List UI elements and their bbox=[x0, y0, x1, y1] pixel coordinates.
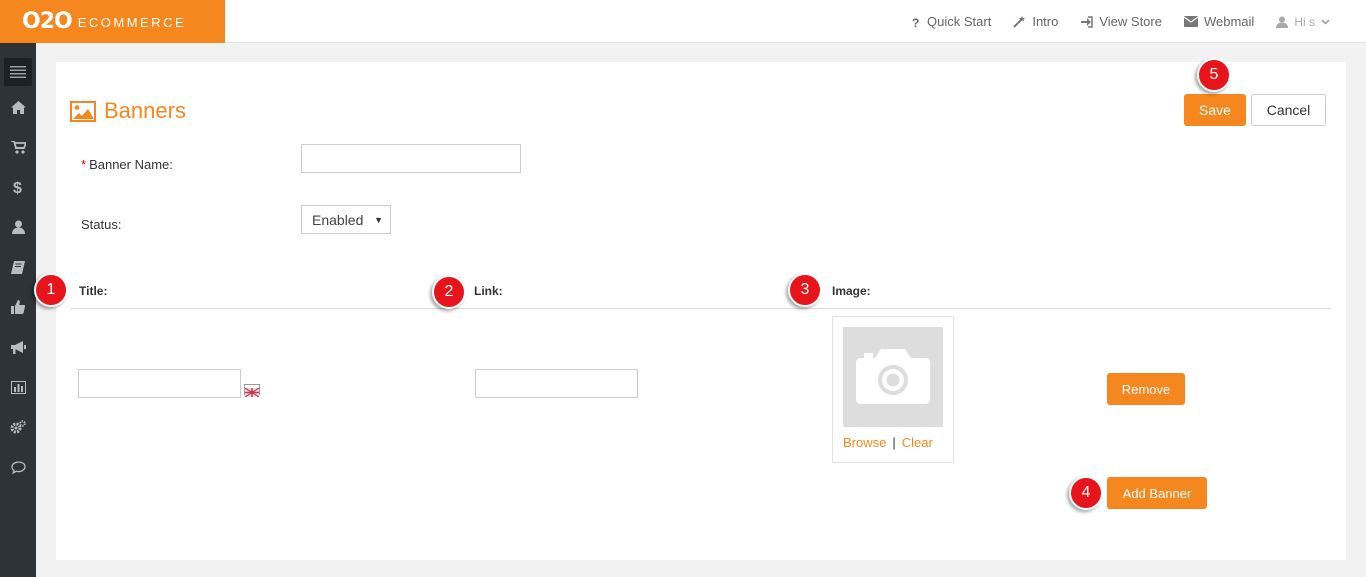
quick-start-link[interactable]: ? Quick Start bbox=[911, 14, 991, 29]
menu-toggle-bg bbox=[4, 58, 32, 86]
sidebar-item-catalog[interactable] bbox=[0, 247, 36, 287]
page-title: Banners bbox=[70, 98, 186, 124]
thumbs-up-icon bbox=[11, 300, 25, 314]
sidebar: $ bbox=[0, 43, 36, 577]
image-column-header: Image: bbox=[832, 284, 871, 298]
image-placeholder[interactable] bbox=[843, 327, 943, 427]
english-flag-icon bbox=[244, 384, 260, 398]
view-store-label: View Store bbox=[1099, 14, 1162, 29]
status-select[interactable]: Enabled ▼ bbox=[301, 205, 391, 234]
webmail-link[interactable]: Webmail bbox=[1183, 14, 1255, 29]
chevron-down-icon bbox=[1321, 18, 1330, 25]
camera-icon bbox=[856, 349, 930, 404]
home-icon bbox=[10, 100, 26, 114]
clear-link[interactable]: Clear bbox=[902, 435, 933, 450]
dollar-icon: $ bbox=[13, 180, 22, 195]
envelope-icon bbox=[1183, 16, 1198, 27]
sidebar-item-orders[interactable] bbox=[0, 127, 36, 167]
webmail-label: Webmail bbox=[1203, 14, 1255, 29]
megaphone-icon bbox=[10, 340, 26, 354]
user-icon bbox=[1276, 16, 1289, 28]
gears-icon bbox=[10, 420, 26, 434]
required-asterisk: * bbox=[81, 157, 87, 172]
sidebar-menu-toggle[interactable] bbox=[0, 57, 36, 87]
sidebar-item-settings[interactable] bbox=[0, 407, 36, 447]
chart-icon bbox=[10, 380, 26, 394]
link-column-header: Link: bbox=[474, 284, 503, 298]
browse-link[interactable]: Browse bbox=[843, 435, 886, 450]
sidebar-item-reviews[interactable] bbox=[0, 287, 36, 327]
svg-text:$: $ bbox=[13, 180, 22, 195]
page-title-text: Banners bbox=[104, 98, 186, 123]
banner-title-input[interactable] bbox=[78, 369, 241, 398]
callout-marker-5: 5 bbox=[1197, 58, 1231, 92]
status-select-value: Enabled bbox=[312, 211, 364, 228]
question-icon: ? bbox=[912, 16, 919, 28]
banner-name-input[interactable] bbox=[301, 144, 521, 173]
callout-marker-3: 3 bbox=[788, 273, 822, 307]
sidebar-item-messages[interactable] bbox=[0, 447, 36, 487]
top-bar: O2O ECOMMERCE ? Quick Start Intro View S… bbox=[0, 0, 1366, 43]
save-button[interactable]: Save bbox=[1184, 94, 1246, 126]
link-separator: | bbox=[892, 435, 896, 450]
image-icon bbox=[70, 100, 96, 122]
add-banner-button[interactable]: Add Banner bbox=[1107, 477, 1207, 509]
sidebar-item-sales[interactable]: $ bbox=[0, 167, 36, 207]
sidebar-item-marketing[interactable] bbox=[0, 327, 36, 367]
cancel-button[interactable]: Cancel bbox=[1251, 94, 1326, 126]
banner-form-panel: Banners Save Cancel * Banner Name: Status… bbox=[34, 58, 1346, 560]
logo-text: ECOMMERCE bbox=[77, 15, 187, 30]
title-column-header: Title: bbox=[79, 284, 108, 298]
user-icon bbox=[11, 220, 25, 234]
chat-icon bbox=[10, 460, 26, 474]
caret-down-icon: ▼ bbox=[374, 215, 383, 225]
logo-mark: O2O bbox=[22, 9, 73, 34]
intro-label: Intro bbox=[1032, 14, 1059, 29]
user-greeting: Hi s bbox=[1294, 14, 1315, 29]
view-store-link[interactable]: View Store bbox=[1080, 14, 1162, 29]
top-nav: ? Quick Start Intro View Store Webmail H… bbox=[889, 0, 1336, 43]
user-menu[interactable]: Hi s bbox=[1276, 15, 1336, 29]
banner-image-box: Browse | Clear bbox=[832, 316, 954, 463]
book-icon bbox=[11, 260, 25, 274]
banner-link-input[interactable] bbox=[475, 369, 638, 398]
callout-marker-1: 1 bbox=[34, 273, 68, 307]
magic-wand-icon bbox=[1013, 16, 1026, 28]
remove-button[interactable]: Remove bbox=[1107, 373, 1185, 405]
status-label: Status: bbox=[81, 217, 122, 232]
image-actions: Browse | Clear bbox=[843, 435, 933, 450]
callout-marker-4: 4 bbox=[1069, 476, 1103, 510]
menu-icon bbox=[10, 66, 26, 78]
svg-text:?: ? bbox=[912, 16, 919, 28]
sidebar-item-home[interactable] bbox=[0, 87, 36, 127]
sidebar-item-customers[interactable] bbox=[0, 207, 36, 247]
sidebar-item-reports[interactable] bbox=[0, 367, 36, 407]
header-divider bbox=[70, 308, 1331, 309]
logo[interactable]: O2O ECOMMERCE bbox=[0, 0, 225, 43]
banner-name-label-text: Banner Name: bbox=[89, 157, 173, 172]
callout-marker-2: 2 bbox=[432, 275, 466, 309]
quick-start-label: Quick Start bbox=[927, 14, 992, 29]
banner-name-label: * Banner Name: bbox=[81, 157, 173, 172]
cart-icon bbox=[10, 140, 26, 154]
intro-link[interactable]: Intro bbox=[1013, 14, 1058, 29]
sign-in-icon bbox=[1081, 15, 1094, 28]
